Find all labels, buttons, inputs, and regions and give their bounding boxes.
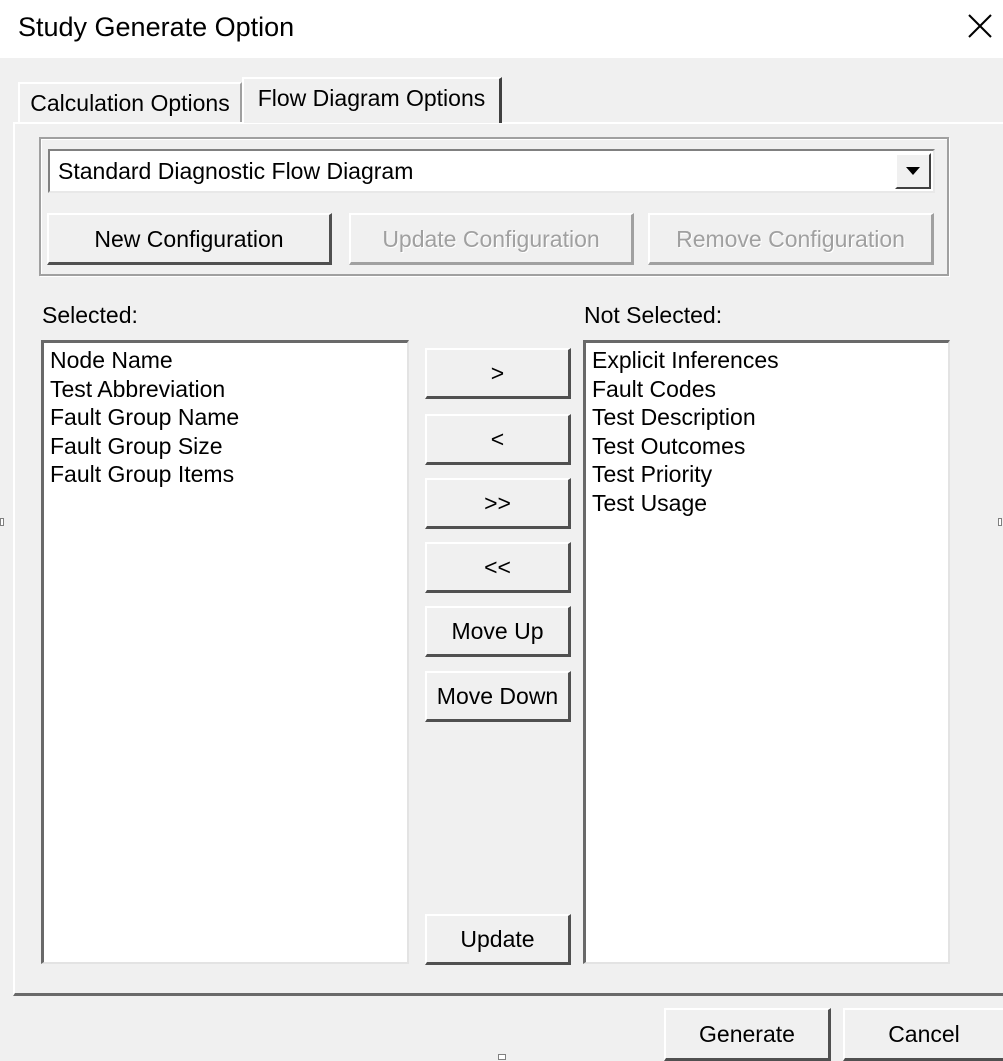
remove-configuration-button[interactable]: Remove Configuration bbox=[648, 213, 934, 265]
resize-handle-right[interactable] bbox=[998, 518, 1002, 526]
chevron-down-icon bbox=[906, 167, 920, 175]
dropdown-button[interactable] bbox=[895, 153, 931, 189]
close-button[interactable] bbox=[956, 0, 1003, 52]
not-selected-list[interactable]: Explicit Inferences Fault Codes Test Des… bbox=[583, 340, 950, 964]
configuration-selected-value: Standard Diagnostic Flow Diagram bbox=[58, 158, 414, 184]
list-item[interactable]: Test Usage bbox=[592, 489, 942, 518]
generate-button[interactable]: Generate bbox=[664, 1008, 831, 1061]
add-button[interactable]: > bbox=[425, 348, 571, 399]
list-item[interactable]: Fault Group Items bbox=[50, 460, 401, 489]
tab-flow-diagram-options[interactable]: Flow Diagram Options bbox=[242, 77, 502, 123]
not-selected-label: Not Selected: bbox=[584, 302, 723, 328]
list-item[interactable]: Fault Group Size bbox=[50, 432, 401, 461]
new-configuration-button[interactable]: New Configuration bbox=[47, 213, 332, 265]
list-item[interactable]: Test Abbreviation bbox=[50, 375, 401, 404]
window-title: Study Generate Option bbox=[18, 12, 295, 42]
resize-handle-bottom[interactable] bbox=[498, 1054, 506, 1060]
list-item[interactable]: Fault Codes bbox=[592, 375, 942, 404]
configuration-select[interactable]: Standard Diagnostic Flow Diagram bbox=[48, 149, 935, 193]
move-down-button[interactable]: Move Down bbox=[425, 671, 571, 722]
cancel-button[interactable]: Cancel bbox=[843, 1008, 1003, 1061]
title-bar: Study Generate Option bbox=[0, 0, 1003, 58]
move-up-button[interactable]: Move Up bbox=[425, 606, 571, 657]
update-button[interactable]: Update bbox=[425, 914, 571, 965]
close-icon bbox=[967, 14, 992, 38]
list-item[interactable]: Test Outcomes bbox=[592, 432, 942, 461]
list-item[interactable]: Explicit Inferences bbox=[592, 346, 942, 375]
update-configuration-button[interactable]: Update Configuration bbox=[349, 213, 634, 265]
list-item[interactable]: Test Priority bbox=[592, 460, 942, 489]
list-item[interactable]: Test Description bbox=[592, 403, 942, 432]
add-all-button[interactable]: >> bbox=[425, 478, 571, 529]
selected-list[interactable]: Node Name Test Abbreviation Fault Group … bbox=[41, 340, 409, 964]
remove-all-button[interactable]: << bbox=[425, 542, 571, 593]
remove-button[interactable]: < bbox=[425, 414, 571, 465]
list-item[interactable]: Fault Group Name bbox=[50, 403, 401, 432]
list-item[interactable]: Node Name bbox=[50, 346, 401, 375]
tab-calculation-options[interactable]: Calculation Options bbox=[18, 82, 242, 122]
selected-label: Selected: bbox=[42, 302, 138, 328]
resize-handle-left[interactable] bbox=[0, 518, 4, 526]
